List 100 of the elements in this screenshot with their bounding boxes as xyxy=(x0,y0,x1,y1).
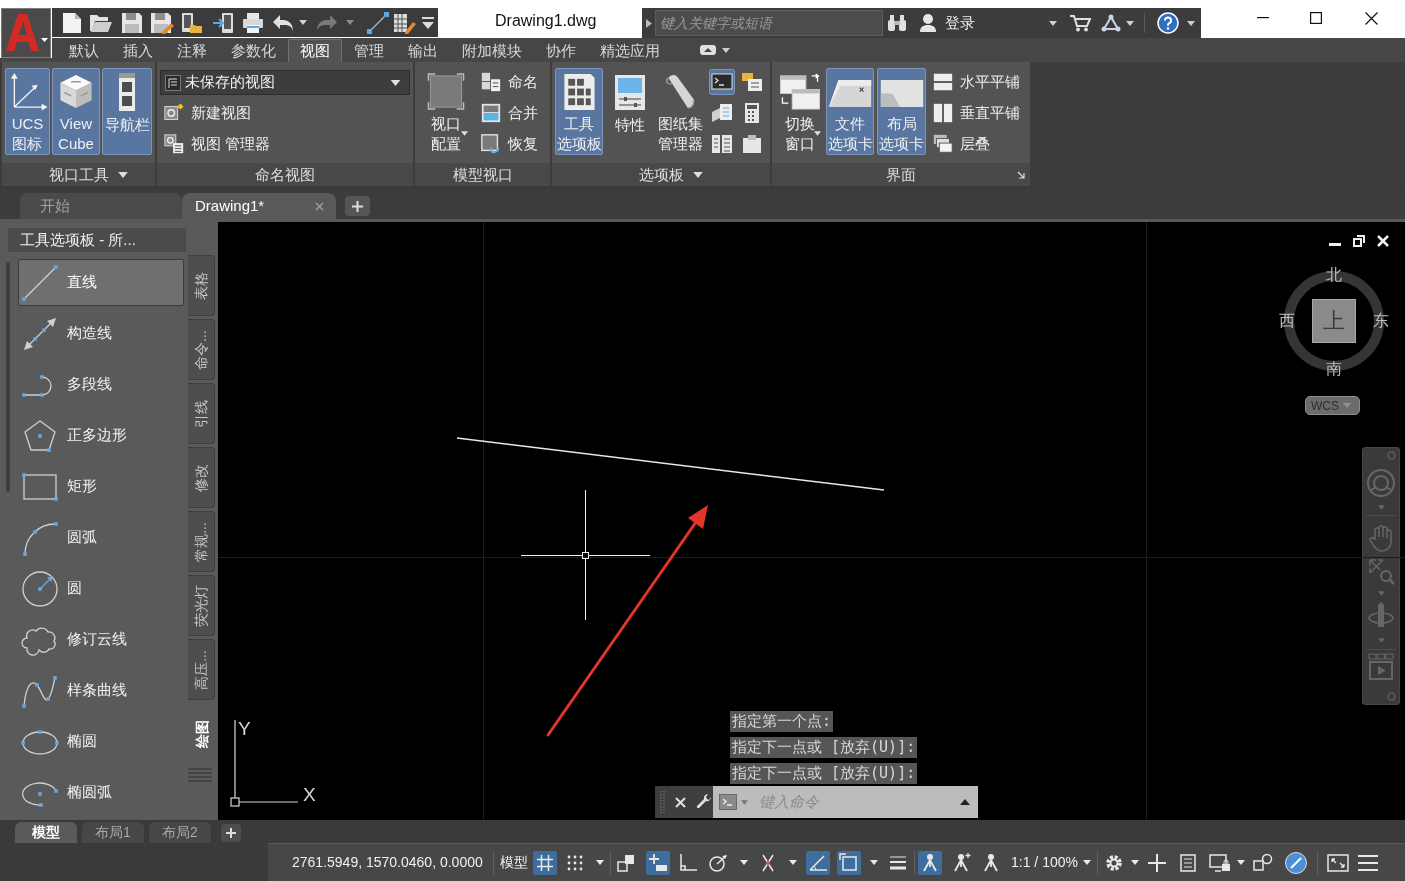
caret-icon[interactable] xyxy=(1130,860,1139,865)
ribbon-tab[interactable]: 注释 xyxy=(165,39,219,62)
floppy-pencil-icon[interactable] xyxy=(150,11,174,34)
file-tab[interactable]: Drawing1* xyxy=(182,193,336,219)
right-caret-icon[interactable] xyxy=(646,18,652,28)
ribbon-tab[interactable]: 插入 xyxy=(111,39,165,62)
join-viewports-button[interactable]: 合并 xyxy=(480,101,538,125)
palette-tool[interactable]: 圆弧 xyxy=(18,514,184,561)
layout-tabs-toggle[interactable]: 布局 选项卡 xyxy=(877,68,926,155)
file-tab[interactable]: 开始 xyxy=(20,193,182,219)
palette-side-tab[interactable]: 修改 xyxy=(188,447,215,508)
grip-icon[interactable] xyxy=(660,790,665,814)
palette-tool[interactable]: 椭圆 xyxy=(18,718,184,765)
caret-icon[interactable] xyxy=(117,171,128,178)
snap-square-icon[interactable] xyxy=(837,850,861,875)
zoom-icon[interactable] xyxy=(1367,557,1395,585)
ucs-icon-toggle[interactable]: UCS 图标 xyxy=(5,68,50,155)
properties-toggle[interactable]: 特性 xyxy=(607,68,652,155)
ribbon-tab[interactable]: 视图 xyxy=(288,39,342,62)
ribbon-tab[interactable]: 精选应用 xyxy=(588,39,672,62)
sheet-set-manager-toggle[interactable]: 图纸集 管理器 xyxy=(655,68,705,155)
tile-vertically-button[interactable]: 垂直平铺 xyxy=(932,101,1020,125)
folder-icon[interactable] xyxy=(89,12,113,33)
maximize-icon[interactable] xyxy=(1309,12,1322,24)
customize-menu-icon[interactable] xyxy=(421,15,435,30)
plus-icon[interactable] xyxy=(1146,852,1167,873)
new-view-button[interactable]: 新建视图 xyxy=(163,101,410,125)
grid-icon[interactable] xyxy=(533,850,557,875)
prompt-icon[interactable] xyxy=(719,794,737,810)
viewcube-toggle[interactable]: View Cube xyxy=(52,68,100,155)
palette-tool[interactable]: 多段线 xyxy=(18,361,184,408)
palette-side-tab[interactable]: 引线 xyxy=(188,383,215,444)
compass-label[interactable]: 东 xyxy=(1373,312,1389,330)
slashed-circle-icon[interactable] xyxy=(1283,850,1308,875)
file-tabs-toggle[interactable]: 文件 选项卡 xyxy=(826,68,874,155)
palette-side-tab[interactable]: 命令... xyxy=(188,319,215,380)
help-icon[interactable] xyxy=(1157,12,1179,34)
diagonal-line-icon[interactable] xyxy=(366,10,390,35)
launcher-arrow-icon[interactable] xyxy=(1017,170,1025,179)
tool-palettes-toggle[interactable]: 工具 选项板 xyxy=(555,68,603,155)
up-triangle-icon[interactable] xyxy=(960,799,970,805)
caret-icon[interactable] xyxy=(1082,860,1091,865)
new-layout-button[interactable] xyxy=(221,824,241,842)
caret-icon[interactable] xyxy=(1049,20,1057,26)
palette-side-tab[interactable]: 荧光灯 xyxy=(188,575,215,636)
name-viewports-button[interactable]: 命名 xyxy=(480,70,538,94)
caret-icon[interactable] xyxy=(1126,20,1134,26)
switch-windows-button[interactable]: 切换 窗口 xyxy=(776,68,823,155)
user-icon[interactable] xyxy=(919,13,937,33)
new-tab-button[interactable] xyxy=(345,196,370,216)
ribbon-tab[interactable]: 协作 xyxy=(534,39,588,62)
layout-tab[interactable]: 模型 xyxy=(15,822,77,843)
undo-icon[interactable] xyxy=(272,13,294,32)
layout-tab[interactable]: 布局2 xyxy=(149,822,211,843)
restore-viewports-button[interactable]: 恢复 xyxy=(480,132,538,156)
ribbon-tab[interactable]: 管理 xyxy=(342,39,396,62)
palette-tool[interactable]: 样条曲线 xyxy=(18,667,184,714)
fullscreen-icon[interactable] xyxy=(1326,851,1349,874)
ribbon-tab[interactable]: 附加模块 xyxy=(450,39,534,62)
caret-icon[interactable] xyxy=(596,860,604,865)
close-icon[interactable] xyxy=(1364,11,1378,25)
grid-pencil-icon[interactable] xyxy=(393,11,417,34)
palette-side-tab[interactable]: 高压... xyxy=(188,639,215,700)
caret-icon[interactable] xyxy=(390,79,401,86)
cart-icon[interactable] xyxy=(1069,14,1091,32)
cascade-button[interactable]: 层叠 xyxy=(932,132,1020,156)
restore-icon[interactable] xyxy=(1353,235,1365,247)
navigation-bar-toggle[interactable]: 导航栏 xyxy=(102,68,152,155)
caret-icon[interactable] xyxy=(870,860,878,865)
caret-icon[interactable] xyxy=(692,171,703,178)
up-arrow-pill-icon[interactable] xyxy=(700,45,716,55)
compass-label[interactable]: 北 xyxy=(1326,266,1342,284)
wrench-icon[interactable] xyxy=(695,793,713,811)
caret-icon[interactable] xyxy=(461,131,468,136)
ribbon-tab[interactable]: 输出 xyxy=(396,39,450,62)
caret-icon[interactable] xyxy=(789,860,797,865)
palette-tool[interactable]: 修订云线 xyxy=(18,616,184,663)
caret-icon[interactable] xyxy=(722,47,730,53)
sign-in-link[interactable]: 登录 xyxy=(945,11,975,35)
palette-tool[interactable]: 椭圆弧 xyxy=(18,769,184,816)
layout-tab[interactable]: 布局1 xyxy=(82,822,144,843)
cursor-field-icon[interactable] xyxy=(646,850,670,875)
tablet-arrow-icon[interactable] xyxy=(212,11,234,34)
caret-icon[interactable] xyxy=(1236,860,1245,865)
new-file-icon[interactable] xyxy=(62,11,82,34)
caret-icon[interactable] xyxy=(740,860,748,865)
ribbon-tab[interactable]: 默认 xyxy=(57,39,111,62)
caret-icon[interactable] xyxy=(814,131,821,136)
palette-tool[interactable]: 构造线 xyxy=(18,310,184,357)
tablet-folder-icon[interactable] xyxy=(180,11,202,34)
palette-tool[interactable]: 矩形 xyxy=(18,463,184,510)
triangle-nodes-icon[interactable] xyxy=(1101,14,1121,32)
figure-icon[interactable] xyxy=(918,850,942,875)
palette-tool[interactable]: 直线 xyxy=(18,259,184,306)
search-field[interactable]: 键入关键字或短语 xyxy=(655,10,883,36)
compass-label[interactable]: 西 xyxy=(1279,312,1295,330)
view-manager-button[interactable]: 视图 管理器 xyxy=(163,132,410,156)
minimize-icon[interactable] xyxy=(1256,17,1269,19)
palette-tool[interactable]: 正多边形 xyxy=(18,412,184,459)
view-select[interactable]: 未保存的视图 xyxy=(160,70,410,95)
